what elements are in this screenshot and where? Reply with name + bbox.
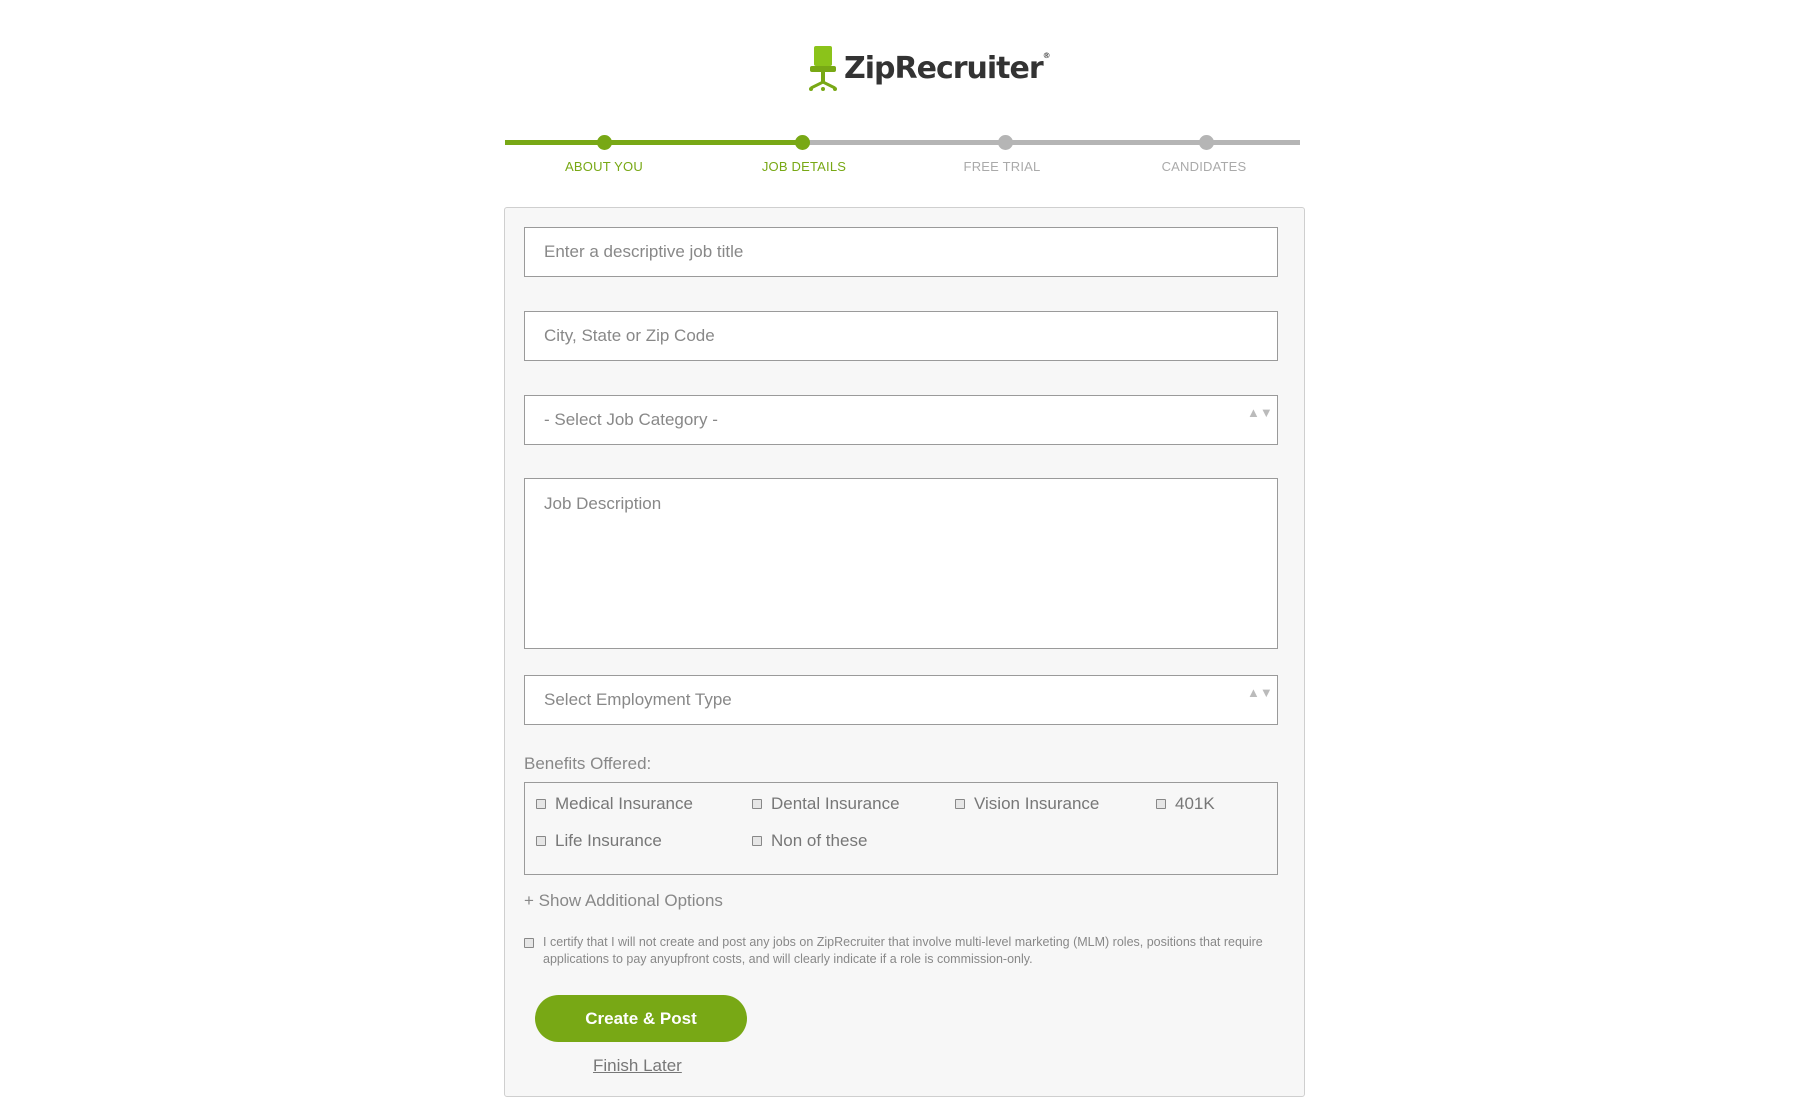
certify-text: I certify that I will not create and pos… [543,935,1263,966]
benefits-box: Medical Insurance Dental Insurance Visio… [524,782,1278,875]
office-chair-icon [809,46,837,91]
benefit-dental-insurance[interactable]: Dental Insurance [752,794,900,814]
step-dot-candidates [1198,135,1214,150]
create-and-post-button[interactable]: Create & Post [535,995,747,1042]
step-dot-about-you [596,135,612,150]
benefits-label: Benefits Offered: [524,754,652,773]
job-description-input[interactable] [544,479,1277,648]
job-title-field[interactable] [524,227,1278,277]
location-input[interactable] [544,312,1277,360]
progress-stepper: ABOUT YOU JOB DETAILS FREE TRIAL CANDIDA… [505,135,1300,190]
checkbox[interactable] [955,799,965,809]
step-label-free-trial: FREE TRIAL [963,159,1041,174]
step-label-candidates: CANDIDATES [1161,159,1247,174]
job-description-field[interactable] [524,478,1278,649]
job-category-select[interactable]: - Select Job Category - ▲▼ [524,395,1278,445]
checkbox[interactable] [752,799,762,809]
checkbox[interactable] [536,799,546,809]
step-dot-job-details [794,135,810,150]
checkbox[interactable] [1156,799,1166,809]
benefit-medical-insurance[interactable]: Medical Insurance [536,794,693,814]
finish-later-link[interactable]: Finish Later [593,1056,682,1076]
location-field[interactable] [524,311,1278,361]
show-additional-options-link[interactable]: + Show Additional Options [524,891,723,911]
employment-type-value: Select Employment Type [544,690,732,709]
checkbox[interactable] [536,836,546,846]
benefit-401k[interactable]: 401K [1156,794,1215,814]
ziprecruiter-logo[interactable]: ZipRecruiter® [808,44,1051,92]
brand-name: ZipRecruiter® [844,50,1051,86]
certify-checkbox[interactable] [524,938,534,948]
step-label-about-you: ABOUT YOU [565,159,643,174]
job-form-card: - Select Job Category - ▲▼ Select Employ… [504,207,1305,1097]
job-category-value: - Select Job Category - [544,410,718,429]
job-title-input[interactable] [544,228,1277,276]
benefit-vision-insurance[interactable]: Vision Insurance [955,794,1099,814]
checkbox[interactable] [752,836,762,846]
employment-type-select[interactable]: Select Employment Type ▲▼ [524,675,1278,725]
progress-fill [505,140,802,145]
benefit-life-insurance[interactable]: Life Insurance [536,831,662,851]
select-arrows-icon: ▲▼ [1247,685,1273,700]
certify-checkbox-row[interactable]: I certify that I will not create and pos… [524,934,1274,968]
step-dot-free-trial [997,135,1013,150]
step-label-job-details: JOB DETAILS [761,159,847,174]
benefit-none[interactable]: Non of these [752,831,867,851]
select-arrows-icon: ▲▼ [1247,405,1273,420]
